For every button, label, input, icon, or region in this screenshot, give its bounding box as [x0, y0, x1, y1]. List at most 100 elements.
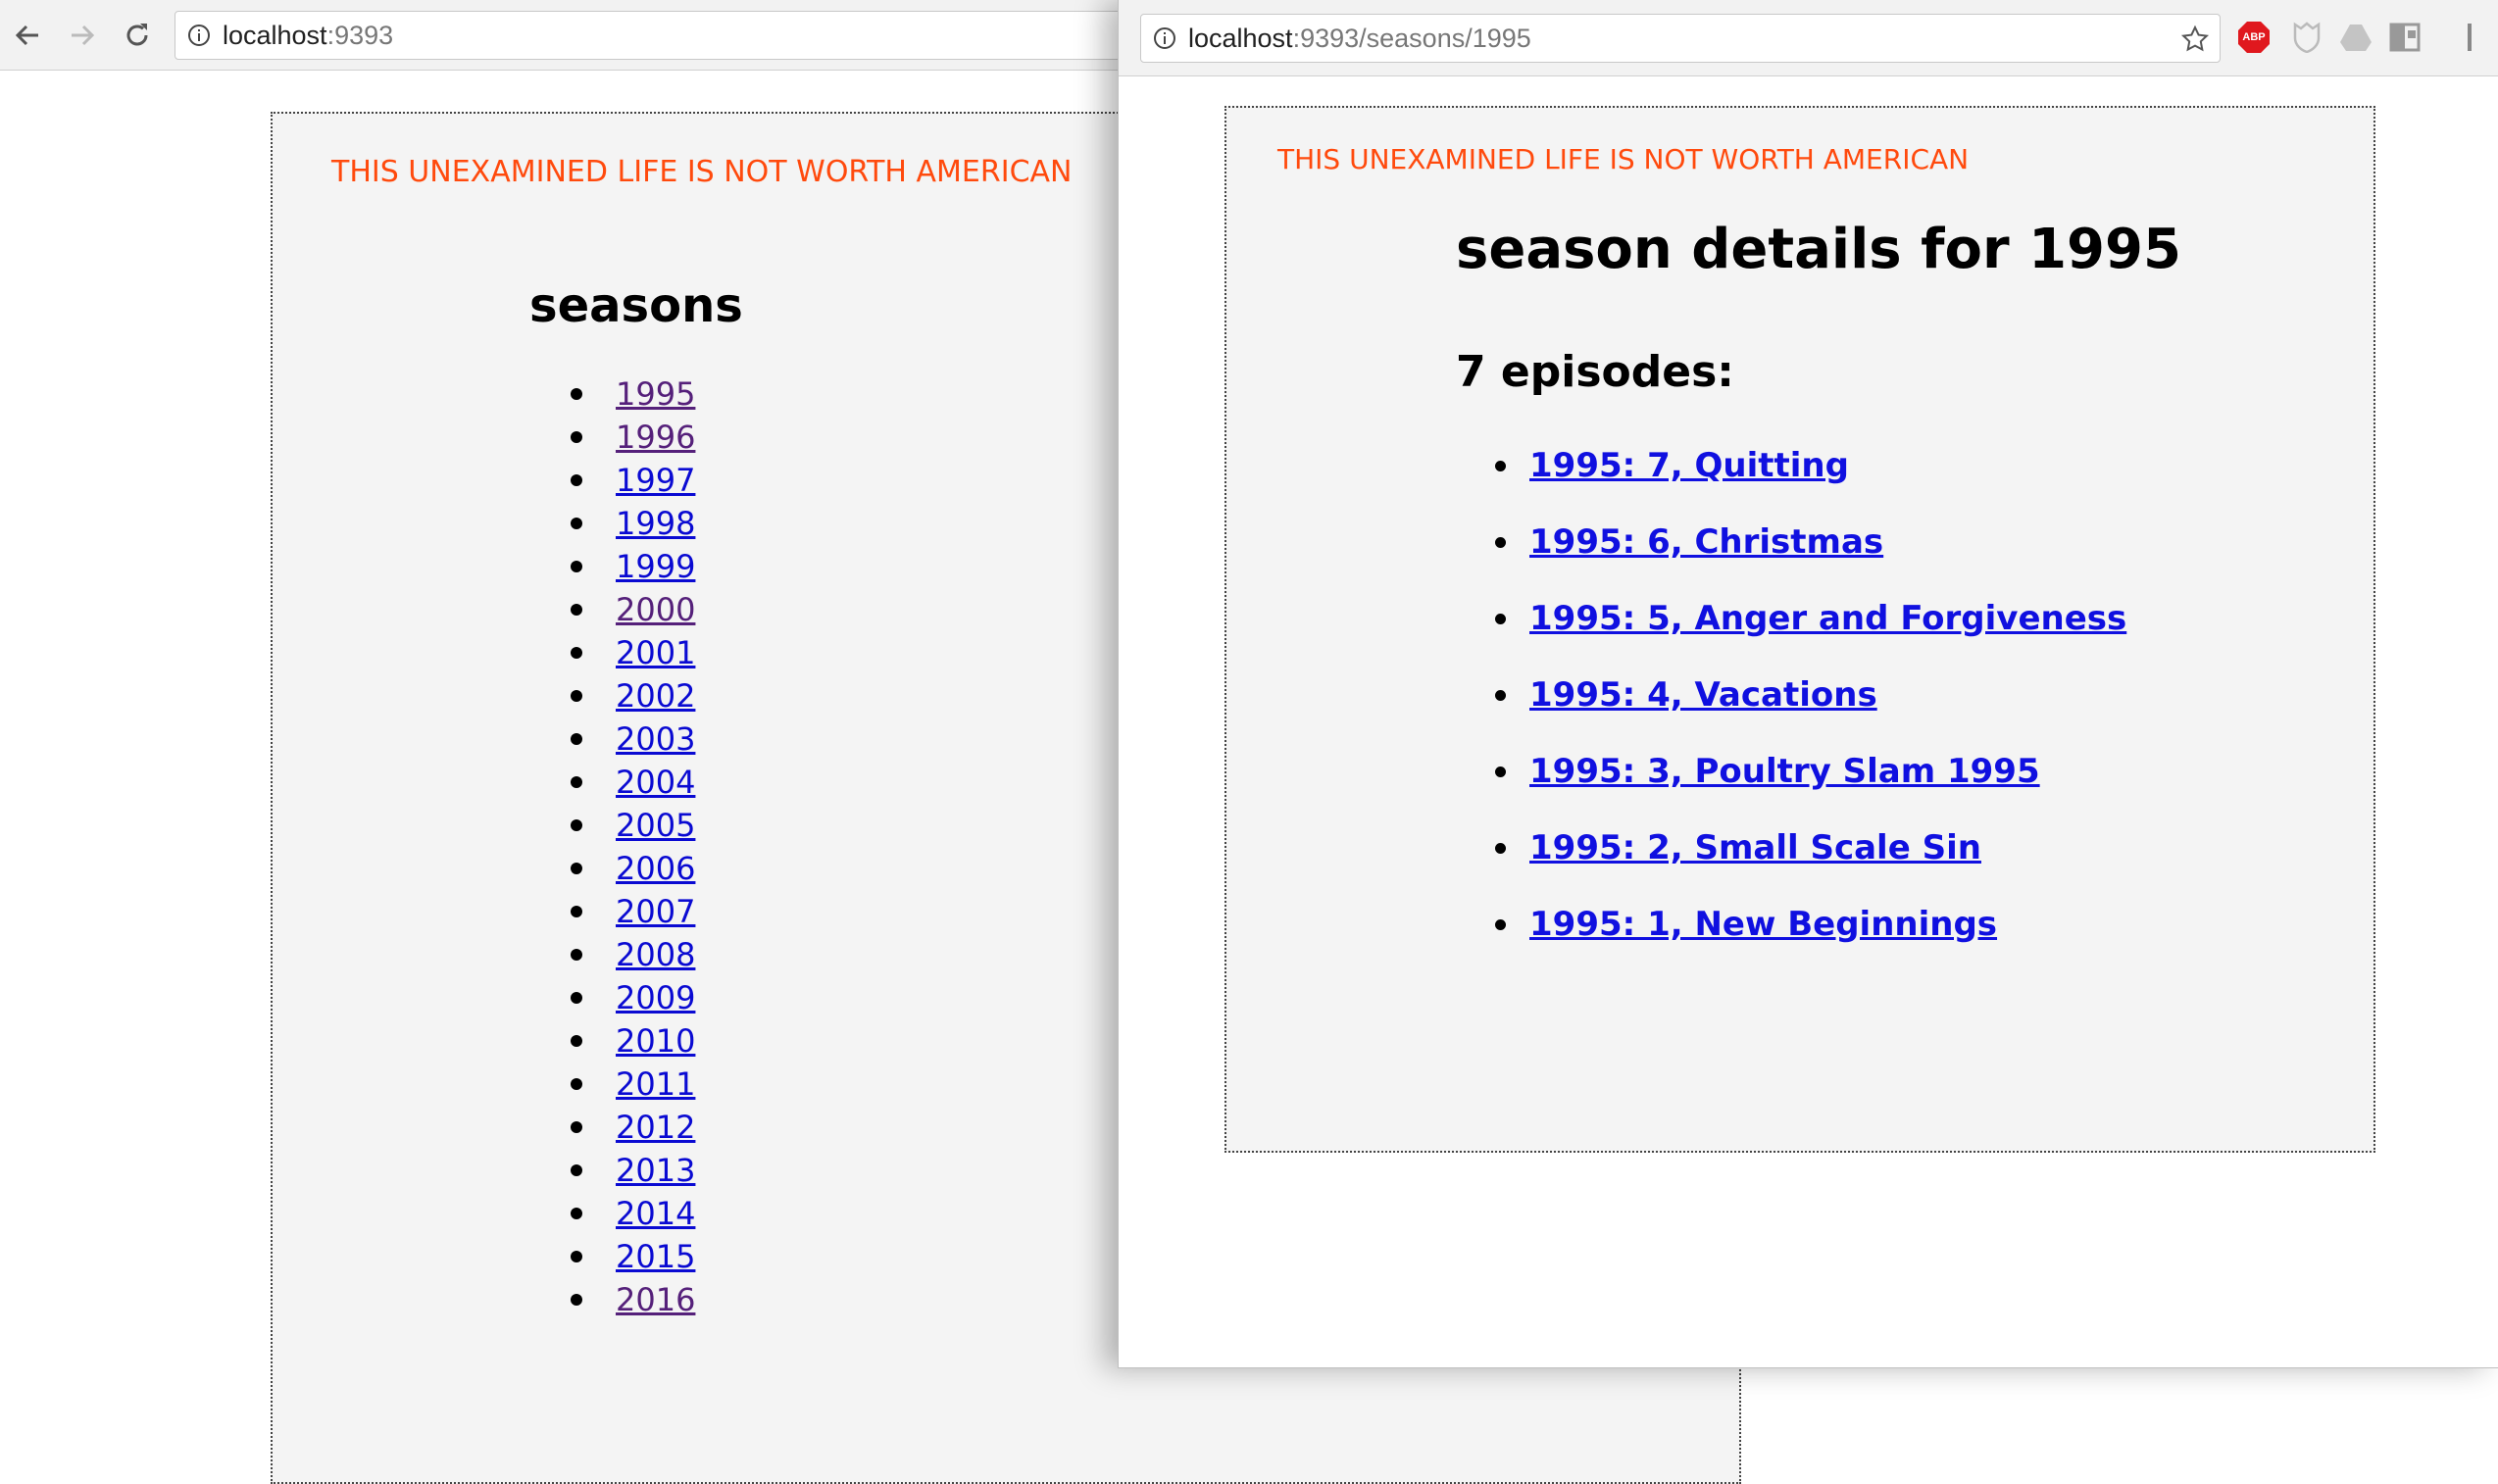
list-item: 2000	[571, 588, 695, 631]
bullet-icon	[571, 1121, 582, 1133]
season-link[interactable]: 2015	[616, 1238, 695, 1275]
layout-extension-icon[interactable]	[2387, 20, 2423, 55]
bullet-icon	[571, 518, 582, 529]
season-link[interactable]: 2007	[616, 893, 695, 930]
page-title: seasons	[529, 278, 743, 333]
season-link[interactable]: 2000	[616, 591, 695, 628]
list-item: 1995: 5, Anger and Forgiveness	[1495, 580, 2126, 657]
drive-icon[interactable]	[2338, 20, 2373, 55]
list-item: 1995: 1, New Beginnings	[1495, 886, 2126, 963]
bullet-icon	[1495, 536, 1506, 548]
season-link[interactable]: 2002	[616, 677, 695, 715]
bullet-icon	[1495, 613, 1506, 624]
url-path: :9393/seasons/1995	[1292, 23, 1531, 53]
bullet-icon	[571, 561, 582, 572]
season-link[interactable]: 2008	[616, 936, 695, 973]
bullet-icon	[571, 1294, 582, 1306]
star-icon[interactable]	[2180, 25, 2210, 54]
season-link[interactable]: 2003	[616, 720, 695, 758]
bullet-icon	[571, 1035, 582, 1047]
bullet-icon	[1495, 766, 1506, 777]
bullet-icon	[571, 863, 582, 874]
season-link[interactable]: 2016	[616, 1281, 695, 1318]
site-motto: THIS UNEXAMINED LIFE IS NOT WORTH AMERIC…	[331, 155, 1073, 189]
list-item: 1995: 3, Poultry Slam 1995	[1495, 733, 2126, 810]
list-item: 2001	[571, 631, 695, 674]
bullet-icon	[571, 431, 582, 443]
front-browser-window: localhost:9393/seasons/1995 ABP THIS UNE…	[1118, 0, 2498, 1368]
season-link[interactable]: 2012	[616, 1109, 695, 1146]
bullet-icon	[571, 388, 582, 400]
site-motto: THIS UNEXAMINED LIFE IS NOT WORTH AMERIC…	[1277, 143, 1970, 175]
page-title: season details for 1995	[1456, 218, 2181, 281]
url-port: :9393	[326, 20, 394, 50]
bullet-icon	[571, 1251, 582, 1262]
episode-link[interactable]: 1995: 3, Poultry Slam 1995	[1529, 752, 2040, 791]
bullet-icon	[1495, 460, 1506, 471]
list-item: 2014	[571, 1192, 695, 1235]
bullet-icon	[571, 604, 582, 616]
episode-link[interactable]: 1995: 5, Anger and Forgiveness	[1529, 599, 2126, 638]
season-link[interactable]: 1997	[616, 462, 695, 499]
list-item: 2016	[571, 1278, 695, 1321]
list-item: 2008	[571, 933, 695, 976]
forward-arrow-icon[interactable]	[61, 14, 104, 57]
list-item: 2009	[571, 976, 695, 1019]
list-item: 2002	[571, 674, 695, 717]
bullet-icon	[1495, 689, 1506, 701]
episode-link[interactable]: 1995: 7, Quitting	[1529, 446, 1849, 485]
season-list: 1995 1996 1997 1998 1999 2000 2001 2002 2003 2004…	[571, 372, 695, 1321]
menu-edge-icon[interactable]	[2464, 20, 2475, 55]
bullet-icon	[571, 992, 582, 1004]
bullet-icon	[571, 690, 582, 702]
bullet-icon	[571, 1208, 582, 1219]
list-item: 2015	[571, 1235, 695, 1278]
info-icon[interactable]	[187, 24, 211, 47]
list-item: 2006	[571, 847, 695, 890]
bullet-icon	[1495, 918, 1506, 930]
season-link[interactable]: 1999	[616, 548, 695, 585]
episode-link[interactable]: 1995: 4, Vacations	[1529, 675, 1877, 715]
list-item: 2011	[571, 1063, 695, 1106]
list-item: 1996	[571, 416, 695, 459]
bullet-icon	[571, 906, 582, 917]
list-item: 2012	[571, 1106, 695, 1149]
bullet-icon	[571, 1164, 582, 1176]
season-link[interactable]: 1995	[616, 375, 695, 413]
front-address-bar[interactable]: localhost:9393/seasons/1995	[1140, 14, 2221, 63]
info-icon[interactable]	[1153, 26, 1176, 50]
back-arrow-icon[interactable]	[6, 14, 49, 57]
list-item: 2004	[571, 761, 695, 804]
bullet-icon	[571, 474, 582, 486]
list-item: 1997	[571, 459, 695, 502]
season-link[interactable]: 1996	[616, 419, 695, 456]
list-item: 2007	[571, 890, 695, 933]
season-link[interactable]: 2001	[616, 634, 695, 671]
list-item: 2013	[571, 1149, 695, 1192]
adblock-icon[interactable]: ABP	[2236, 20, 2272, 55]
bullet-icon	[571, 949, 582, 961]
list-item: 2003	[571, 717, 695, 761]
season-link[interactable]: 1998	[616, 505, 695, 542]
list-item: 2005	[571, 804, 695, 847]
list-item: 1995	[571, 372, 695, 416]
episode-link[interactable]: 1995: 6, Christmas	[1529, 522, 1883, 562]
back-address-bar[interactable]: localhost:9393	[175, 11, 1155, 60]
reload-icon[interactable]	[116, 14, 159, 57]
episode-link[interactable]: 1995: 1, New Beginnings	[1529, 905, 1997, 944]
list-item: 1999	[571, 545, 695, 588]
season-link[interactable]: 2013	[616, 1152, 695, 1189]
season-link[interactable]: 2004	[616, 764, 695, 801]
front-browser-toolbar: localhost:9393/seasons/1995 ABP	[1119, 0, 2498, 76]
season-link[interactable]: 2010	[616, 1022, 695, 1060]
bullet-icon	[571, 1078, 582, 1090]
season-link[interactable]: 2011	[616, 1065, 695, 1103]
season-link[interactable]: 2009	[616, 979, 695, 1016]
list-item: 1995: 6, Christmas	[1495, 504, 2126, 580]
shield-extension-icon[interactable]	[2289, 20, 2324, 55]
season-link[interactable]: 2006	[616, 850, 695, 887]
episode-link[interactable]: 1995: 2, Small Scale Sin	[1529, 828, 1981, 867]
season-link[interactable]: 2005	[616, 807, 695, 844]
season-link[interactable]: 2014	[616, 1195, 695, 1232]
front-page-content: THIS UNEXAMINED LIFE IS NOT WORTH AMERIC…	[1224, 106, 2375, 1153]
